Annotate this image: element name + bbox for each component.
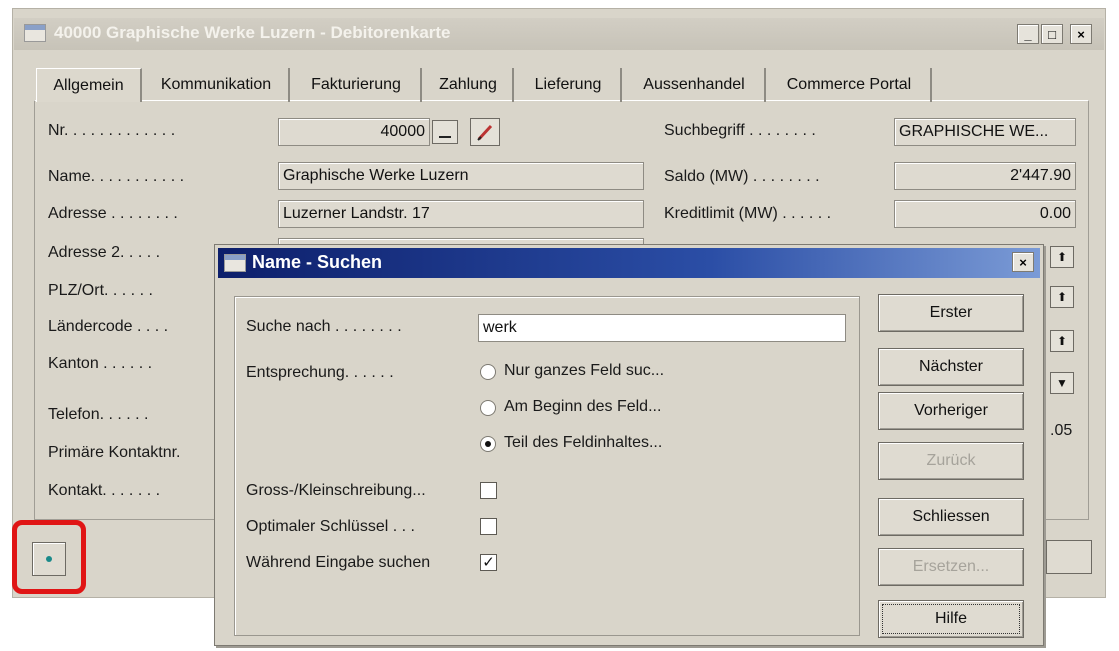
radio-teil-feldinhalt-label: Teil des Feldinhaltes... <box>504 434 663 451</box>
saldo-field[interactable]: 2'447.90 <box>894 162 1076 190</box>
telefon-label: Telefon. . . . . . <box>48 406 149 423</box>
highlight-box <box>12 520 86 594</box>
arrow-up-icon: ⬆ <box>1056 290 1068 304</box>
optimaler-schluessel-label: Optimaler Schlüssel . . . <box>246 518 415 535</box>
zurueck-button[interactable]: Zurück <box>878 442 1024 480</box>
nr-field[interactable]: 40000 <box>278 118 430 146</box>
waehrend-eingabe-label: Während Eingabe suchen <box>246 554 431 571</box>
radio-teil-feldinhalt[interactable] <box>480 436 496 452</box>
partial-value: .05 <box>1050 422 1073 439</box>
main-window-title: 40000 Graphische Werke Luzern - Debitore… <box>54 23 451 42</box>
kontakt-label: Kontakt. . . . . . . <box>48 482 161 499</box>
lookup-button-laendercode[interactable]: ⬆ <box>1050 286 1074 308</box>
dialog-app-icon <box>224 254 246 272</box>
tab-aussenhandel[interactable]: Aussenhandel <box>624 68 766 102</box>
laendercode-label: Ländercode . . . . <box>48 318 169 335</box>
lookup-button-kanton[interactable]: ⬆ <box>1050 330 1074 352</box>
close-button[interactable]: × <box>1070 24 1092 44</box>
kreditlimit-label: Kreditlimit (MW) . . . . . . <box>664 205 832 222</box>
ellipsis-icon <box>439 136 451 138</box>
erster-button[interactable]: Erster <box>878 294 1024 332</box>
tab-lieferung[interactable]: Lieferung <box>516 68 622 102</box>
tab-kommunikation[interactable]: Kommunikation <box>144 68 290 102</box>
adresse-field[interactable]: Luzerner Landstr. 17 <box>278 200 644 228</box>
hilfe-button[interactable]: Hilfe <box>878 600 1024 638</box>
entsprechung-label: Entsprechung. . . . . . <box>246 364 394 381</box>
partial-button[interactable] <box>1046 540 1092 574</box>
optimaler-schluessel-checkbox[interactable] <box>480 518 497 535</box>
radio-ganzes-feld[interactable] <box>480 364 496 380</box>
nr-label: Nr. . . . . . . . . . . . . <box>48 122 176 139</box>
dropdown-button[interactable]: ▼ <box>1050 372 1074 394</box>
dialog-title: Name - Suchen <box>252 252 383 272</box>
arrow-up-icon: ⬆ <box>1056 250 1068 264</box>
app-icon <box>24 24 46 42</box>
waehrend-eingabe-checkbox[interactable]: ✓ <box>480 554 497 571</box>
name-field[interactable]: Graphische Werke Luzern <box>278 162 644 190</box>
edit-button[interactable] <box>470 118 500 146</box>
adresse2-label: Adresse 2. . . . . <box>48 244 161 261</box>
search-options-group <box>234 296 860 636</box>
radio-beginn-feld-label: Am Beginn des Feld... <box>504 398 662 415</box>
tab-commerce-portal[interactable]: Commerce Portal <box>768 68 932 102</box>
ersetzen-button[interactable]: Ersetzen... <box>878 548 1024 586</box>
adresse-label: Adresse . . . . . . . . <box>48 205 178 222</box>
suchbegriff-label: Suchbegriff . . . . . . . . <box>664 122 816 139</box>
dialog-close-button[interactable]: × <box>1012 252 1034 272</box>
tab-zahlung[interactable]: Zahlung <box>424 68 514 102</box>
suche-nach-label: Suche nach . . . . . . . . <box>246 318 402 335</box>
kanton-label: Kanton . . . . . . <box>48 355 153 372</box>
search-input[interactable]: werk <box>478 314 846 342</box>
plz-ort-label: PLZ/Ort. . . . . . <box>48 282 153 299</box>
primaere-kontaktnr-label: Primäre Kontaktnr. <box>48 444 181 461</box>
gross-klein-label: Gross-/Kleinschreibung... <box>246 482 426 499</box>
tab-fakturierung[interactable]: Fakturierung <box>292 68 422 102</box>
saldo-label: Saldo (MW) . . . . . . . . <box>664 168 820 185</box>
lookup-button-plz[interactable]: ⬆ <box>1050 246 1074 268</box>
gross-klein-checkbox[interactable] <box>480 482 497 499</box>
minimize-button[interactable]: _ <box>1017 24 1039 44</box>
radio-ganzes-feld-label: Nur ganzes Feld suc... <box>504 362 665 379</box>
assist-edit-button[interactable] <box>432 120 458 144</box>
schliessen-button[interactable]: Schliessen <box>878 498 1024 536</box>
name-label: Name. . . . . . . . . . . <box>48 168 185 185</box>
arrow-up-icon: ⬆ <box>1056 334 1068 348</box>
naechster-button[interactable]: Nächster <box>878 348 1024 386</box>
kreditlimit-field[interactable]: 0.00 <box>894 200 1076 228</box>
pencil-icon <box>477 124 493 141</box>
maximize-button[interactable]: □ <box>1041 24 1063 44</box>
radio-beginn-feld[interactable] <box>480 400 496 416</box>
chevron-down-icon: ▼ <box>1056 376 1068 390</box>
tab-allgemein[interactable]: Allgemein <box>36 68 142 102</box>
vorheriger-button[interactable]: Vorheriger <box>878 392 1024 430</box>
suchbegriff-field[interactable]: GRAPHISCHE WE... <box>894 118 1076 146</box>
